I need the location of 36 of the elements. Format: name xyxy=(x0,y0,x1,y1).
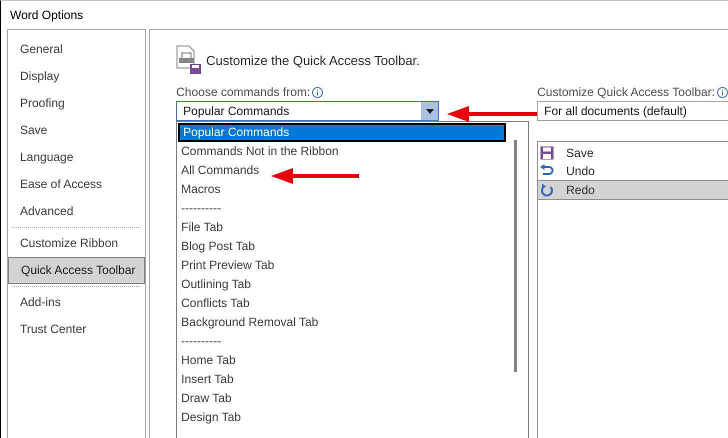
sidebar-item[interactable]: Customize Ribbon xyxy=(8,230,146,257)
dropdown-option[interactable]: All Commands xyxy=(178,161,504,180)
sidebar-item[interactable]: Ease of Access xyxy=(8,171,146,198)
command-item[interactable]: Save xyxy=(538,144,728,162)
dropdown-option[interactable]: Home Tab xyxy=(178,351,504,370)
dropdown-option[interactable]: Design Tab xyxy=(178,408,504,427)
command-item[interactable]: Undo xyxy=(538,162,728,180)
dropdown-option[interactable]: ---------- xyxy=(178,332,504,351)
commands-dropdown[interactable]: Popular Commands xyxy=(176,101,440,121)
sidebar-item[interactable]: Advanced xyxy=(8,198,146,225)
dropdown-option[interactable]: Print Preview Tab xyxy=(178,256,504,275)
field-label: Choose commands from: xyxy=(176,85,310,99)
command-item[interactable]: Redo xyxy=(538,180,728,200)
sidebar-item[interactable]: Language xyxy=(8,144,146,171)
dropdown-option[interactable]: Blog Post Tab xyxy=(178,237,504,256)
dropdown-option[interactable]: Popular Commands xyxy=(178,123,506,142)
sidebar-item[interactable]: Trust Center xyxy=(8,316,146,343)
dropdown-option[interactable]: Background Removal Tab xyxy=(178,313,504,332)
field-label: Customize Quick Access Toolbar: xyxy=(537,85,715,99)
sidebar-item[interactable]: Proofing xyxy=(8,90,146,117)
sidebar-item[interactable]: Display xyxy=(8,63,146,90)
window-title: Word Options xyxy=(10,8,84,22)
sidebar-item[interactable]: Add-ins xyxy=(8,289,146,316)
section-title: Customize the Quick Access Toolbar. xyxy=(206,52,420,68)
sidebar-item[interactable]: Quick Access Toolbar xyxy=(8,257,146,284)
dropdown-option[interactable]: Insert Tab xyxy=(178,370,504,389)
dropdown-option[interactable]: File Tab xyxy=(178,218,504,237)
sidebar-item[interactable]: General xyxy=(8,36,146,63)
documents-dropdown[interactable]: For all documents (default) xyxy=(537,101,728,121)
dropdown-option[interactable]: Conflicts Tab xyxy=(178,294,504,313)
dropdown-option[interactable]: Outlining Tab xyxy=(178,275,504,294)
sidebar-item[interactable]: Save xyxy=(8,117,146,144)
dropdown-option[interactable]: Macros xyxy=(178,180,504,199)
dropdown-option[interactable]: ---------- xyxy=(178,199,504,218)
dropdown-option[interactable]: Commands Not in the Ribbon xyxy=(178,142,504,161)
dropdown-option[interactable]: Draw Tab xyxy=(178,389,504,408)
